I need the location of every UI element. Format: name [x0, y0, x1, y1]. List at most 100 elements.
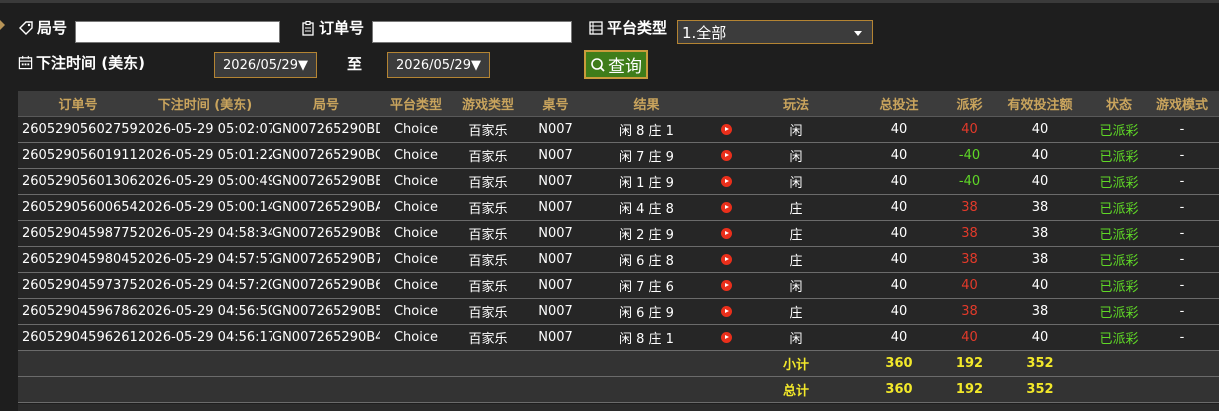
order-number-cell: 260529045973752 [18, 272, 138, 299]
status-cell: 已派彩 [1093, 220, 1145, 247]
play-icon[interactable] [720, 332, 732, 343]
table-row[interactable]: 260529056027593 2026-05-29 05:02:07 GN0072… [18, 116, 1219, 143]
round-input[interactable] [75, 21, 280, 43]
table-row[interactable]: 260529045962619 2026-05-29 04:56:17 GN0072… [18, 324, 1219, 351]
round-number-cell: GN007265290BD [272, 116, 380, 143]
column-header: 派彩 [952, 91, 987, 117]
order-input[interactable] [372, 21, 572, 43]
round-number-cell: GN007265290BC [272, 142, 380, 169]
bet-option-cell: 庄 [746, 194, 846, 221]
bet-time-cell: 2026-05-29 05:01:22 [138, 142, 272, 169]
replay-cell [706, 324, 746, 351]
play-icon[interactable] [720, 254, 732, 265]
payout-cell: 38 [952, 194, 987, 221]
status-cell: 已派彩 [1093, 298, 1145, 325]
platform-cell: Choice [380, 194, 452, 221]
total-valid: 352 [987, 376, 1093, 403]
round-number-cell: GN007265290BA [272, 194, 380, 221]
play-icon[interactable] [720, 176, 732, 187]
result-cell: 闲 7 庄 9 [587, 142, 706, 169]
to-label: 至 [347, 55, 363, 73]
column-header: 总投注 [846, 91, 952, 117]
play-icon[interactable] [720, 150, 732, 161]
empty-cell [587, 376, 706, 403]
result-cell: 闲 6 庄 9 [587, 298, 706, 325]
order-number-cell: 260529056013066 [18, 168, 138, 195]
table-row[interactable]: 260529045973752 2026-05-29 04:57:20 GN0072… [18, 272, 1219, 299]
bet-time-cell: 2026-05-29 04:57:20 [138, 272, 272, 299]
table-row[interactable]: 260529056013066 2026-05-29 05:00:49 GN0072… [18, 168, 1219, 195]
column-header: 平台类型 [380, 91, 452, 117]
play-icon[interactable] [720, 228, 732, 239]
play-icon[interactable] [720, 202, 732, 213]
column-header: 有效投注额 [987, 91, 1093, 117]
table-row[interactable]: 260529045987755 2026-05-29 04:58:34 GN0072… [18, 220, 1219, 247]
game-type-cell: 百家乐 [452, 220, 524, 247]
platform-select[interactable]: 1.全部 [677, 20, 873, 44]
status-cell: 已派彩 [1093, 142, 1145, 169]
subtotal-label: 小计 [746, 350, 846, 377]
payout-cell: -40 [952, 142, 987, 169]
total-bet-cell: 40 [846, 298, 952, 325]
platform-cell: Choice [380, 116, 452, 143]
play-icon[interactable] [720, 280, 732, 291]
side-arrow-icon [0, 20, 5, 30]
subtotal-payout: 192 [952, 350, 987, 377]
platform-select-value: 1.全部 [682, 23, 727, 42]
game-mode-cell: - [1145, 298, 1219, 325]
table-row[interactable]: 260529056006545 2026-05-29 05:00:14 GN0072… [18, 194, 1219, 221]
table-row[interactable]: 260529056019117 2026-05-29 05:01:22 GN0072… [18, 142, 1219, 169]
status-cell: 已派彩 [1093, 324, 1145, 351]
empty-cell [138, 376, 272, 403]
order-label: 订单号 [319, 19, 365, 37]
time-label: 下注时间 (美东) [36, 54, 145, 72]
replay-cell [706, 298, 746, 325]
table-footer-strip [18, 404, 1219, 411]
total-bet-cell: 40 [846, 246, 952, 273]
bet-records-table: 订单号 下注时间 (美东) 局号 平台类型 游戏类型 桌号 结果 玩法 总投注 派彩 有效投注额 状态… [18, 91, 1219, 403]
empty-cell [1145, 350, 1219, 377]
platform-cell: Choice [380, 324, 452, 351]
time-filter: 下注时间 (美东) [18, 52, 145, 73]
empty-cell [18, 350, 138, 377]
order-number-cell: 260529045980450 [18, 246, 138, 273]
game-mode-cell: - [1145, 168, 1219, 195]
payout-cell: 40 [952, 272, 987, 299]
date-to-picker[interactable]: 2026/05/29▼ [387, 52, 490, 78]
empty-cell [138, 350, 272, 377]
bet-time-cell: 2026-05-29 05:00:14 [138, 194, 272, 221]
bet-option-cell: 闲 [746, 168, 846, 195]
tag-icon [19, 20, 33, 35]
status-cell: 已派彩 [1093, 246, 1145, 273]
game-type-cell: 百家乐 [452, 194, 524, 221]
order-filter: 订单号 [300, 17, 364, 38]
bet-option-cell: 闲 [746, 272, 846, 299]
game-type-cell: 百家乐 [452, 272, 524, 299]
game-type-cell: 百家乐 [452, 324, 524, 351]
date-from-picker[interactable]: 2026/05/29▼ [214, 52, 317, 78]
game-mode-cell: - [1145, 272, 1219, 299]
play-icon[interactable] [720, 306, 732, 317]
valid-bet-cell: 38 [987, 220, 1093, 247]
query-button[interactable]: 查询 [584, 50, 648, 79]
play-icon[interactable] [720, 124, 732, 135]
column-header: 下注时间 (美东) [138, 91, 272, 117]
table-header: 订单号 下注时间 (美东) 局号 平台类型 游戏类型 桌号 结果 玩法 总投注 派彩 有效投注额 状态… [18, 91, 1219, 117]
empty-cell [380, 350, 452, 377]
status-cell: 已派彩 [1093, 116, 1145, 143]
bet-option-cell: 庄 [746, 298, 846, 325]
table-row[interactable]: 260529045967864 2026-05-29 04:56:50 GN0072… [18, 298, 1219, 325]
bet-time-cell: 2026-05-29 05:02:07 [138, 116, 272, 143]
status-cell: 已派彩 [1093, 272, 1145, 299]
platform-cell: Choice [380, 246, 452, 273]
empty-cell [18, 376, 138, 403]
table-number-cell: N007 [524, 324, 587, 351]
valid-bet-cell: 40 [987, 142, 1093, 169]
empty-cell [1093, 376, 1145, 403]
table-row[interactable]: 260529045980450 2026-05-29 04:57:57 GN0072… [18, 246, 1219, 273]
column-header: 状态 [1093, 91, 1145, 117]
total-label: 总计 [746, 376, 846, 403]
total-payout: 192 [952, 376, 987, 403]
search-icon [591, 57, 605, 72]
bet-option-cell: 庄 [746, 246, 846, 273]
